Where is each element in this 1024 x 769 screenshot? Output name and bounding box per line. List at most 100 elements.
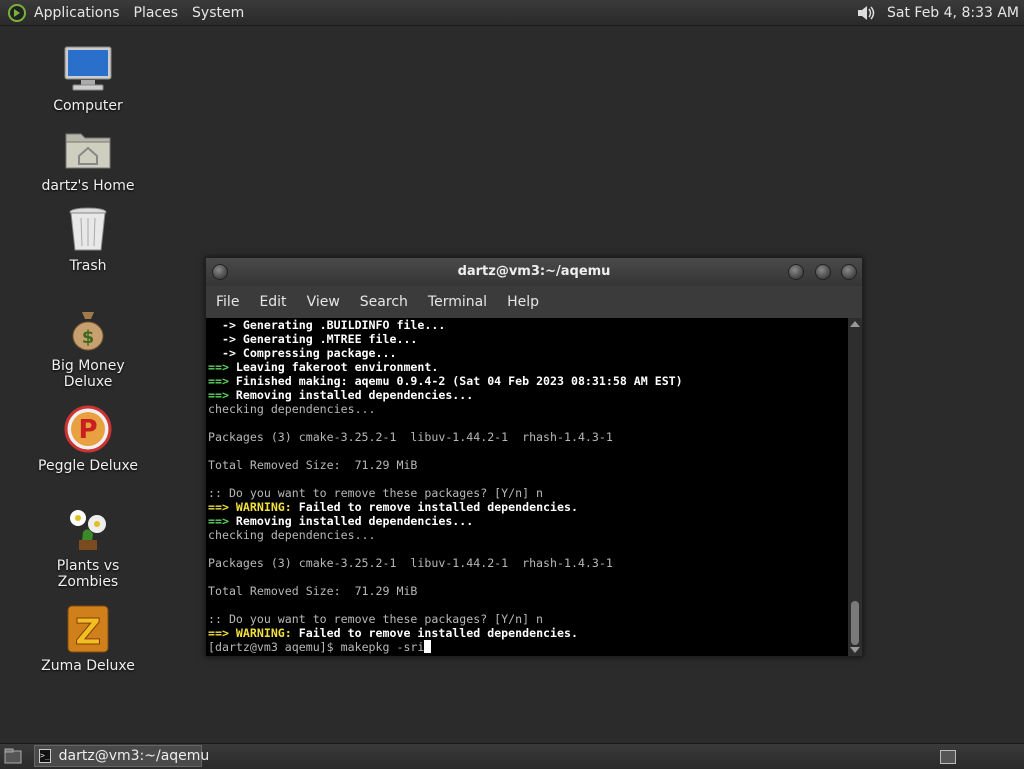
desktop-icon-label: Plants vs Zombies bbox=[56, 558, 120, 590]
taskbar-item-terminal[interactable]: >_ dartz@vm3:~/aqemu bbox=[34, 745, 209, 767]
menu-terminal[interactable]: Terminal bbox=[428, 288, 487, 316]
desktop-icon-label: Computer bbox=[53, 98, 123, 114]
terminal-line: Packages (3) cmake-3.25.2-1 libuv-1.44.2… bbox=[208, 430, 850, 444]
maximize-button[interactable] bbox=[815, 264, 831, 280]
desktop-icon-home[interactable]: dartz's Home bbox=[28, 124, 148, 194]
terminal-text: Packages (3) cmake-3.25.2-1 libuv-1.44.2… bbox=[208, 430, 613, 444]
scroll-up-arrow-icon[interactable] bbox=[850, 321, 860, 327]
top-panel: Applications Places System Sat Feb 4, 8:… bbox=[0, 0, 1024, 26]
computer-icon bbox=[64, 46, 112, 91]
terminal-line: Total Removed Size: 71.29 MiB bbox=[208, 458, 850, 472]
terminal-text: Total Removed Size: 71.29 MiB bbox=[208, 458, 418, 472]
terminal-window: dartz@vm3:~/aqemu File Edit View Search … bbox=[205, 257, 863, 657]
terminal-line: :: Do you want to remove these packages?… bbox=[208, 486, 850, 500]
terminal-text: -> Generating .BUILDINFO file... bbox=[208, 318, 446, 332]
scrollbar-thumb[interactable] bbox=[851, 601, 859, 645]
terminal-text: ==> bbox=[208, 626, 236, 640]
terminal-scrollbar[interactable] bbox=[848, 318, 862, 656]
menu-help[interactable]: Help bbox=[507, 288, 539, 316]
desktop-icon-label: Peggle Deluxe bbox=[38, 458, 138, 474]
terminal-cursor bbox=[424, 640, 432, 653]
distro-logo-icon[interactable] bbox=[8, 3, 26, 22]
terminal-text: Total Removed Size: 71.29 MiB bbox=[208, 584, 418, 598]
menu-edit[interactable]: Edit bbox=[259, 288, 286, 316]
terminal-text: checking dependencies... bbox=[208, 402, 376, 416]
desktop-icon-big-money[interactable]: $ Big Money Deluxe bbox=[28, 304, 148, 390]
home-folder-icon bbox=[65, 133, 111, 169]
window-title: dartz@vm3:~/aqemu bbox=[457, 264, 611, 279]
terminal-line: checking dependencies... bbox=[208, 402, 850, 416]
desktop-icon-label: dartz's Home bbox=[41, 178, 135, 194]
terminal-text: -> Compressing package... bbox=[208, 346, 397, 360]
terminal-prompt: [dartz@vm3 aqemu]$ bbox=[208, 640, 341, 654]
window-titlebar[interactable]: dartz@vm3:~/aqemu bbox=[206, 258, 862, 286]
terminal-text: Finished making: aqemu 0.9.4-2 (Sat 04 F… bbox=[235, 374, 683, 388]
clock[interactable]: Sat Feb 4, 8:33 AM bbox=[887, 5, 1019, 21]
desktop-icon-zuma[interactable]: Z Zuma Deluxe bbox=[28, 604, 148, 674]
terminal-line: ==> Removing installed dependencies... bbox=[208, 388, 850, 402]
bottom-panel: >_ dartz@vm3:~/aqemu bbox=[0, 743, 1024, 769]
terminal-text: WARNING: bbox=[235, 626, 299, 640]
terminal-line: Packages (3) cmake-3.25.2-1 libuv-1.44.2… bbox=[208, 556, 850, 570]
menu-file[interactable]: File bbox=[216, 288, 239, 316]
terminal-prompt-line[interactable]: [dartz@vm3 aqemu]$ makepkg -sri bbox=[208, 640, 850, 654]
taskbar-item-label: dartz@vm3:~/aqemu bbox=[58, 748, 210, 764]
terminal-line: ==> WARNING: Failed to remove installed … bbox=[208, 626, 850, 640]
show-desktop-icon[interactable] bbox=[4, 748, 22, 764]
terminal-text: :: Do you want to remove these packages?… bbox=[208, 486, 544, 500]
terminal-text: checking dependencies... bbox=[208, 528, 376, 542]
terminal-line: ==> Finished making: aqemu 0.9.4-2 (Sat … bbox=[208, 374, 850, 388]
terminal-line: checking dependencies... bbox=[208, 528, 850, 542]
terminal-text: ==> bbox=[208, 500, 236, 514]
terminal-text: Failed to remove installed dependencies. bbox=[298, 500, 578, 514]
scroll-down-arrow-icon[interactable] bbox=[850, 647, 860, 653]
trash-icon bbox=[69, 207, 107, 251]
terminal-text: ==> bbox=[208, 388, 236, 402]
desktop-icon-peggle[interactable]: P Peggle Deluxe bbox=[28, 404, 148, 474]
desktop-icon-computer[interactable]: Computer bbox=[28, 44, 148, 114]
terminal-text: Removing installed dependencies... bbox=[235, 514, 474, 528]
terminal-line: ==> WARNING: Failed to remove installed … bbox=[208, 500, 850, 514]
menu-applications[interactable]: Applications bbox=[34, 5, 120, 21]
svg-text:Z: Z bbox=[75, 612, 101, 653]
workspace-switcher[interactable] bbox=[940, 750, 956, 764]
desktop-icon-label: Big Money Deluxe bbox=[51, 358, 125, 390]
zuma-icon: Z bbox=[67, 605, 109, 654]
close-button[interactable] bbox=[841, 264, 857, 280]
terminal-text: Removing installed dependencies... bbox=[235, 388, 474, 402]
desktop-icon-label: Trash bbox=[69, 258, 107, 274]
desktop-icon-label: Zuma Deluxe bbox=[41, 658, 135, 674]
window-menu-button[interactable] bbox=[212, 264, 228, 280]
terminal-line: -> Generating .BUILDINFO file... bbox=[208, 318, 850, 332]
menu-view[interactable]: View bbox=[307, 288, 340, 316]
terminal-text: ==> bbox=[208, 374, 236, 388]
plants-icon bbox=[70, 510, 106, 550]
terminal-command: makepkg -sri bbox=[340, 640, 425, 654]
desktop-icon-trash[interactable]: Trash bbox=[28, 204, 148, 274]
terminal-line: :: Do you want to remove these packages?… bbox=[208, 612, 850, 626]
money-bag-icon: $ bbox=[72, 312, 104, 351]
terminal-text: WARNING: bbox=[235, 500, 299, 514]
menu-system[interactable]: System bbox=[192, 5, 244, 21]
terminal-text: Leaving fakeroot environment. bbox=[235, 360, 439, 374]
terminal-text: ==> bbox=[208, 514, 236, 528]
terminal-line: ==> Removing installed dependencies... bbox=[208, 514, 850, 528]
desktop-icon-plants[interactable]: Plants vs Zombies bbox=[28, 504, 148, 590]
terminal-line: -> Compressing package... bbox=[208, 346, 850, 360]
svg-text:$: $ bbox=[82, 327, 95, 348]
menu-places[interactable]: Places bbox=[134, 5, 179, 21]
terminal-text: -> Generating .MTREE file... bbox=[208, 332, 418, 346]
peggle-icon: P bbox=[64, 405, 112, 453]
minimize-button[interactable] bbox=[788, 264, 804, 280]
menu-search[interactable]: Search bbox=[360, 288, 408, 316]
terminal-menubar: File Edit View Search Terminal Help bbox=[206, 288, 862, 316]
terminal-line: ==> Leaving fakeroot environment. bbox=[208, 360, 850, 374]
terminal-output[interactable]: -> Generating .BUILDINFO file... -> Gene… bbox=[206, 318, 850, 656]
volume-icon[interactable] bbox=[855, 3, 877, 23]
terminal-text: ==> bbox=[208, 360, 236, 374]
